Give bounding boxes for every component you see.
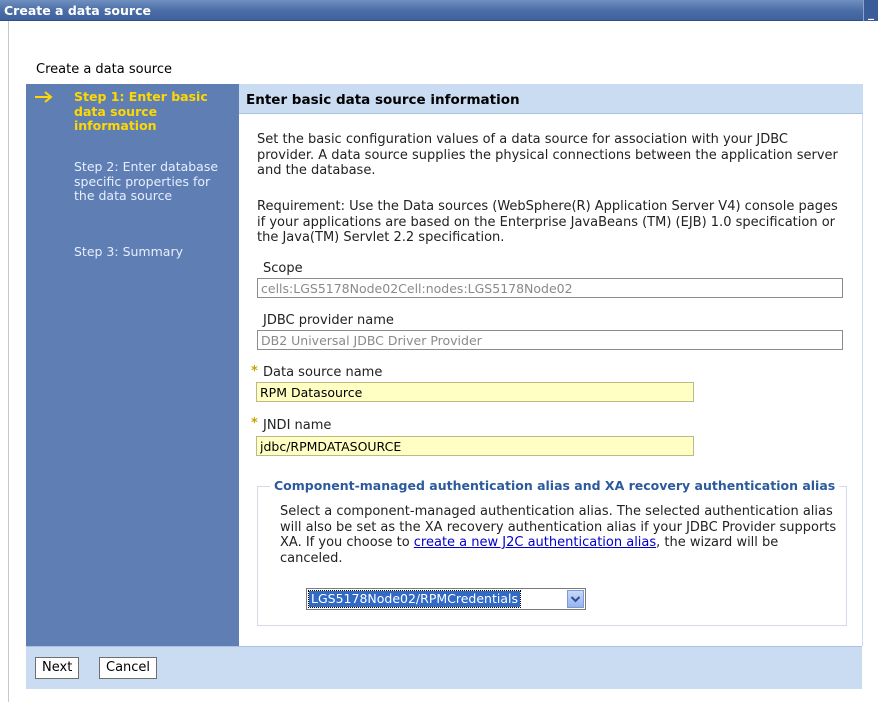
content-header: Enter basic data source information [239, 84, 863, 114]
cancel-button[interactable]: Cancel [99, 657, 158, 679]
create-j2c-alias-link[interactable]: create a new J2C authentication alias [414, 535, 656, 550]
window-title: Create a data source [4, 3, 151, 18]
jdbc-provider-field [257, 330, 843, 350]
intro-text: Set the basic configuration values of a … [257, 132, 838, 178]
auth-alias-description: Select a component-managed authenticatio… [280, 504, 840, 566]
step-2-database-properties: Step 2: Enter database specific properti… [74, 159, 219, 203]
data-source-name-input[interactable] [256, 382, 694, 402]
required-mark: * [251, 364, 258, 379]
dropdown-button[interactable] [567, 590, 584, 608]
next-button[interactable]: Next [35, 657, 80, 679]
left-divider [8, 21, 9, 702]
requirement-text: Requirement: Use the Data sources (WebSp… [257, 199, 838, 245]
current-step-arrow-icon [35, 91, 53, 103]
jndi-name-input[interactable] [256, 436, 694, 456]
required-mark: * [251, 416, 258, 431]
wizard-steps-sidebar: Step 1: Enter basic data source informat… [26, 84, 239, 646]
chevron-down-icon [570, 596, 581, 603]
data-source-name-label: Data source name [263, 365, 383, 380]
jdbc-provider-label: JDBC provider name [263, 313, 394, 328]
wizard-title: Create a data source [36, 62, 173, 77]
scope-field [257, 278, 843, 298]
step-3-summary: Step 3: Summary [74, 244, 183, 259]
auth-alias-selected-value: LGS5178Node02/RPMCredentials [308, 590, 521, 608]
window-titlebar: Create a data source _ [0, 0, 878, 21]
auth-alias-legend: Component-managed authentication alias a… [270, 478, 840, 493]
wizard-content-panel: Enter basic data source information Set … [239, 84, 863, 646]
step-1-enter-basic-info: Step 1: Enter basic data source informat… [74, 89, 208, 133]
wizard-footer: Next Cancel [26, 646, 862, 689]
jndi-name-label: JNDI name [263, 418, 332, 433]
scope-label: Scope [263, 261, 303, 276]
minimize-icon[interactable]: _ [863, 0, 878, 21]
auth-alias-fieldset: Component-managed authentication alias a… [257, 478, 847, 626]
auth-alias-select[interactable]: LGS5178Node02/RPMCredentials [306, 588, 586, 610]
